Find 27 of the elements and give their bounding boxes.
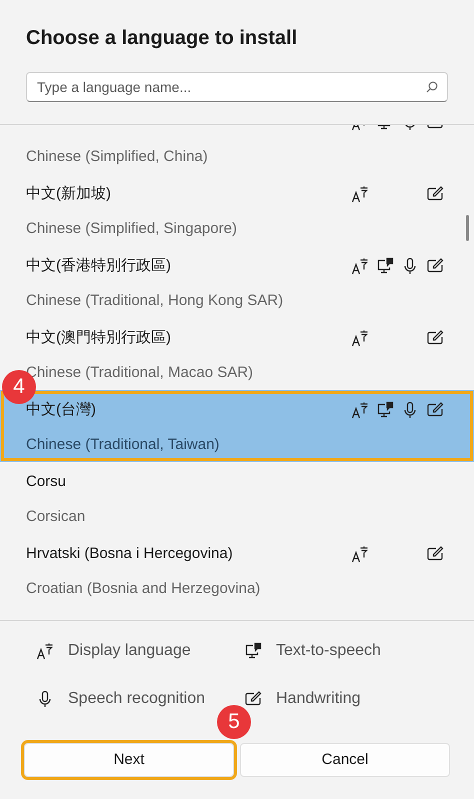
next-button[interactable]: Next bbox=[24, 743, 234, 777]
language-english-name: Chinese (Simplified, Singapore) bbox=[26, 219, 237, 239]
language-name: 中文(新加坡) bbox=[26, 184, 111, 204]
language-name: 中文(台灣) bbox=[26, 400, 96, 420]
language-english-name: Corsican bbox=[26, 507, 86, 527]
legend-label: Text-to-speech bbox=[276, 641, 381, 661]
cancel-button[interactable]: Cancel bbox=[240, 743, 450, 777]
language-english-name: Chinese (Simplified, China) bbox=[26, 147, 208, 167]
legend-label: Handwriting bbox=[276, 689, 360, 709]
language-english-name: Chinese (Traditional, Taiwan) bbox=[26, 435, 220, 455]
language-name: Corsu bbox=[26, 472, 66, 492]
language-english-name: Chinese (Traditional, Macao SAR) bbox=[26, 363, 254, 383]
scrollbar-thumb[interactable] bbox=[466, 215, 469, 241]
legend-label: Display language bbox=[68, 641, 191, 661]
language-name: 中文(香港特別行政區) bbox=[26, 256, 171, 276]
step-badge: 5 bbox=[217, 705, 251, 739]
language-name: 中文(澳門特別行政區) bbox=[26, 328, 171, 348]
language-english-name: Chinese (Traditional, Hong Kong SAR) bbox=[26, 291, 284, 311]
search-icon bbox=[426, 81, 438, 93]
search-field[interactable]: Type a language name... bbox=[26, 72, 448, 102]
monitor-speech-icon bbox=[244, 642, 262, 660]
language-english-name: Croatian (Bosnia and Herzegovina) bbox=[26, 579, 260, 599]
dialog-title: Choose a language to install bbox=[26, 26, 298, 51]
legend-label: Speech recognition bbox=[68, 689, 205, 709]
font-icon bbox=[36, 642, 54, 660]
language-name: Hrvatski (Bosna i Hercegovina) bbox=[26, 544, 233, 564]
pen-box-icon bbox=[244, 690, 262, 708]
